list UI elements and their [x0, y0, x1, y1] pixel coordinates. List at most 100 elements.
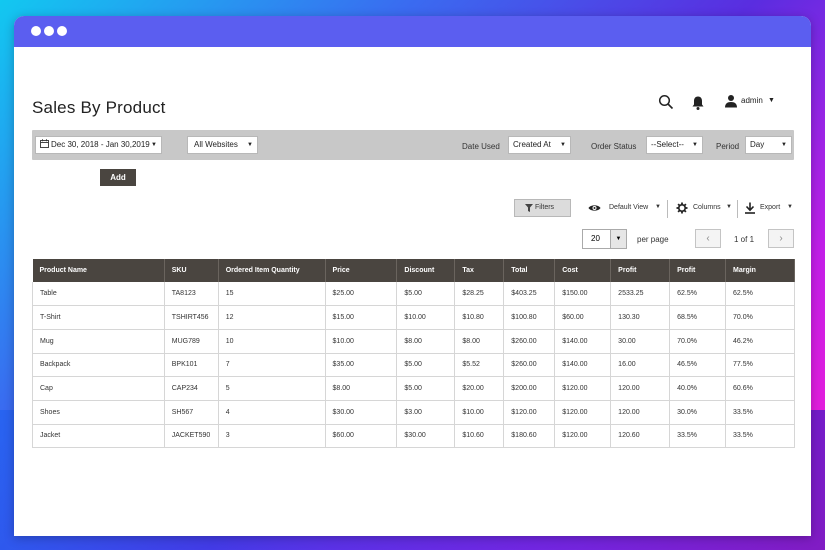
table-cell: $403.25: [503, 282, 556, 307]
eye-icon[interactable]: [588, 202, 601, 214]
table-cell: $5.00: [396, 353, 456, 378]
table-row[interactable]: Table TA8123 15 $25.00 $5.00 $28.25 $403.25 $15…: [32, 282, 795, 307]
next-page-button[interactable]: ›: [768, 229, 794, 248]
table-cell: 120.60: [610, 424, 671, 449]
order-status-select[interactable]: --Select-- ▼: [646, 136, 703, 154]
chevron-down-icon: ▼: [247, 142, 253, 148]
toolbar-divider: [667, 200, 668, 218]
table-cell: 40.0%: [669, 376, 727, 401]
window-dot-icon[interactable]: [57, 26, 67, 36]
column-header[interactable]: Tax: [454, 259, 505, 282]
table-row[interactable]: Backpack BPK101 7 $35.00 $5.00 $5.52 $260.00 $1…: [32, 353, 795, 378]
chevron-down-icon: ▼: [692, 142, 698, 148]
column-header[interactable]: Profit: [669, 259, 727, 282]
per-page-value: 20: [591, 234, 600, 243]
table-cell: $8.00: [325, 376, 398, 401]
table-cell: T-Shirt: [32, 305, 165, 330]
table-row[interactable]: Shoes SH567 4 $30.00 $3.00 $10.00 $120.00 $120.…: [32, 400, 795, 425]
table-cell: JACKET590: [164, 424, 219, 449]
previous-page-button[interactable]: ‹: [695, 229, 721, 248]
columns-label[interactable]: Columns: [693, 204, 721, 211]
table-cell: $60.00: [325, 424, 398, 449]
table-cell: $10.00: [325, 329, 398, 354]
table-cell: $180.60: [503, 424, 556, 449]
table-cell: $10.00: [454, 400, 505, 425]
column-header[interactable]: Margin: [725, 259, 795, 282]
column-header[interactable]: Discount: [396, 259, 456, 282]
page-title: Sales By Product: [32, 98, 166, 117]
table-cell: $5.52: [454, 353, 505, 378]
column-header[interactable]: Product Name: [32, 259, 165, 282]
period-label: Period: [716, 142, 740, 151]
chevron-down-icon: ▼: [781, 142, 787, 148]
column-header[interactable]: SKU: [164, 259, 219, 282]
filters-label: Filters: [535, 204, 555, 211]
date-used-select[interactable]: Created At ▼: [508, 136, 571, 154]
column-header[interactable]: Profit: [610, 259, 671, 282]
table-cell: 60.6%: [725, 376, 795, 401]
column-header[interactable]: Ordered Item Quantity: [218, 259, 326, 282]
chevron-down-icon[interactable]: ▼: [787, 204, 793, 210]
date-used-value: Created At: [513, 140, 551, 149]
table-cell: $25.00: [325, 282, 398, 307]
table-cell: $120.00: [503, 400, 556, 425]
table-cell: 62.5%: [669, 282, 727, 307]
table-cell: TA8123: [164, 282, 219, 307]
filters-button[interactable]: Filters: [514, 199, 571, 217]
column-header[interactable]: Total: [503, 259, 556, 282]
calendar-icon: [40, 139, 49, 148]
date-range-picker[interactable]: Dec 30, 2018 - Jan 30,2019 ▼: [35, 136, 162, 154]
user-icon[interactable]: [724, 94, 738, 108]
chevron-down-icon[interactable]: ▼: [655, 204, 661, 210]
table-cell: $3.00: [396, 400, 456, 425]
table-cell: SH567: [164, 400, 219, 425]
default-view-label[interactable]: Default View: [609, 204, 648, 211]
search-icon[interactable]: [658, 94, 674, 110]
table-cell: 46.2%: [725, 329, 795, 354]
table-cell: Backpack: [32, 353, 165, 378]
table-cell: $20.00: [454, 376, 505, 401]
table-cell: $100.80: [503, 305, 556, 330]
table-cell: $260.00: [503, 353, 556, 378]
table-cell: 120.00: [610, 376, 671, 401]
table-cell: $140.00: [554, 329, 612, 354]
header-actions: admin ▼: [654, 94, 804, 114]
table-cell: $30.00: [396, 424, 456, 449]
table-cell: $5.00: [396, 376, 456, 401]
browser-window: Sales By Product admin ▼ Dec 30, 2018 - …: [14, 16, 811, 536]
page-info: 1 of 1: [734, 235, 755, 244]
table-row[interactable]: T-Shirt TSHIRT456 12 $15.00 $10.00 $10.80 $100…: [32, 305, 795, 330]
table-cell: Jacket: [32, 424, 165, 449]
sales-table: Product Name SKU Ordered Item Quantity P…: [32, 259, 795, 449]
table-cell: 2533.25: [610, 282, 671, 307]
period-value: Day: [750, 140, 765, 149]
table-row[interactable]: Mug MUG789 10 $10.00 $8.00 $8.00 $260.00 $140.0…: [32, 329, 795, 354]
column-header[interactable]: Cost: [554, 259, 612, 282]
column-header[interactable]: Price: [325, 259, 398, 282]
per-page-select[interactable]: 20 ▼: [582, 229, 627, 249]
user-name[interactable]: admin: [741, 96, 763, 105]
chevron-down-icon[interactable]: ▼: [768, 97, 775, 104]
table-cell: $120.00: [554, 424, 612, 449]
table-cell: 33.5%: [725, 400, 795, 425]
table-cell: $30.00: [325, 400, 398, 425]
download-icon[interactable]: [744, 202, 756, 214]
window-dot-icon[interactable]: [44, 26, 54, 36]
gear-icon[interactable]: [676, 202, 688, 214]
table-row[interactable]: Jacket JACKET590 3 $60.00 $30.00 $10.60 $180.6…: [32, 424, 795, 449]
table-cell: 16.00: [610, 353, 671, 378]
bell-icon[interactable]: [691, 95, 705, 111]
period-select[interactable]: Day ▼: [745, 136, 792, 154]
export-label[interactable]: Export: [760, 204, 780, 211]
table-cell: $10.00: [396, 305, 456, 330]
filter-bar: Dec 30, 2018 - Jan 30,2019 ▼ All Website…: [32, 130, 794, 160]
table-cell: 70.0%: [725, 305, 795, 330]
order-status-label: Order Status: [591, 142, 637, 151]
chevron-down-icon[interactable]: ▼: [726, 204, 732, 210]
table-cell: 12: [218, 305, 326, 330]
table-row[interactable]: Cap CAP234 5 $8.00 $5.00 $20.00 $200.00 $120.00…: [32, 376, 795, 401]
table-cell: $15.00: [325, 305, 398, 330]
website-select[interactable]: All Websites ▼: [187, 136, 258, 154]
add-button[interactable]: Add: [100, 169, 136, 186]
window-dot-icon[interactable]: [31, 26, 41, 36]
